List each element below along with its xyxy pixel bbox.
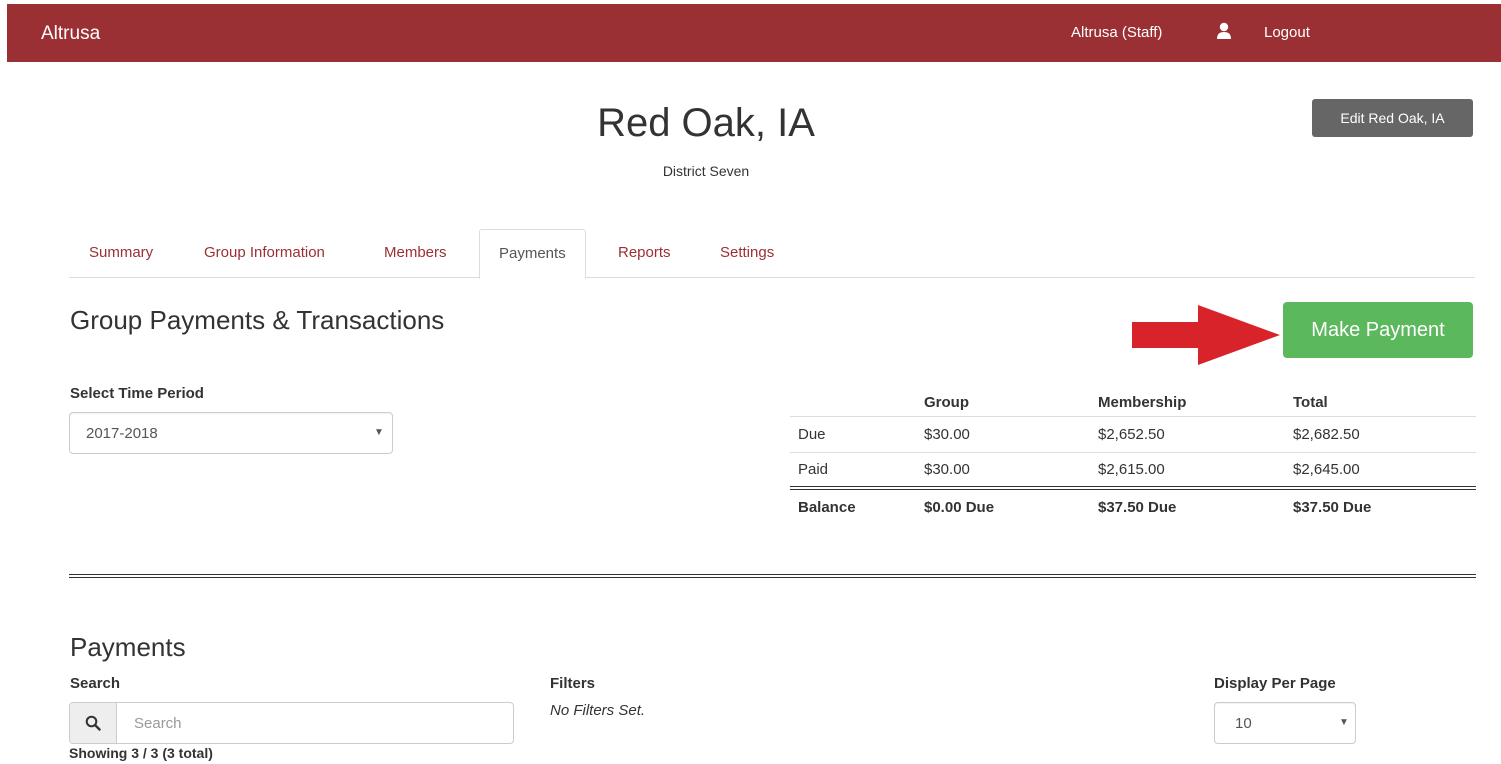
table-cell: $30.00 [924,452,1098,489]
chevron-down-icon: ▼ [1339,717,1349,728]
make-payment-button[interactable]: Make Payment [1283,302,1473,358]
per-page-select[interactable]: 10 ▼ [1214,702,1356,744]
table-header-row: Group Membership Total [790,380,1476,417]
column-header [790,380,924,417]
red-arrow-annotation [1132,305,1280,365]
column-header-group: Group [924,380,1098,417]
edit-group-button[interactable]: Edit Red Oak, IA [1312,99,1473,137]
search-addon[interactable] [70,703,117,743]
tab-members[interactable]: Members [384,229,447,278]
search-input[interactable] [118,703,512,743]
per-page-value: 10 [1235,715,1252,732]
column-header-total: Total [1293,380,1476,417]
per-page-label: Display Per Page [1214,675,1336,692]
row-label: Balance [790,486,924,524]
filters-status: No Filters Set. [550,702,646,719]
table-cell: $2,615.00 [1098,452,1293,489]
table-cell: $37.50 Due [1293,486,1476,524]
results-count: Showing 3 / 3 (3 total) [69,745,213,761]
brand-link[interactable]: Altrusa [41,23,100,45]
user-icon[interactable] [1216,22,1232,40]
table-row-paid: Paid $30.00 $2,615.00 $2,645.00 [790,452,1476,489]
tab-summary[interactable]: Summary [89,229,153,278]
chevron-down-icon: ▼ [374,427,384,438]
tab-group-information[interactable]: Group Information [204,229,325,278]
search-label: Search [70,675,121,692]
tab-settings[interactable]: Settings [720,229,774,278]
table-row-due: Due $30.00 $2,652.50 $2,682.50 [790,416,1476,453]
table-cell: $0.00 Due [924,486,1098,524]
table-cell: $30.00 [924,416,1098,453]
user-menu-link[interactable]: Altrusa (Staff) [1071,24,1162,41]
table-row-balance: Balance $0.00 Due $37.50 Due $37.50 Due [790,486,1476,524]
column-header-membership: Membership [1098,380,1293,417]
tab-reports[interactable]: Reports [618,229,671,278]
group-tabs: Summary Group Information Members Paymen… [69,229,1475,279]
table-cell: $2,645.00 [1293,452,1476,489]
payments-section-title: Payments [70,632,186,662]
row-label: Due [790,416,924,453]
section-divider [69,574,1476,578]
logout-link[interactable]: Logout [1264,24,1310,41]
search-icon [85,715,101,731]
table-cell: $37.50 Due [1098,486,1293,524]
time-period-select[interactable]: 2017-2018 ▼ [69,412,393,454]
table-cell: $2,682.50 [1293,416,1476,453]
time-period-value: 2017-2018 [86,425,158,442]
page-subtitle: District Seven [662,163,750,179]
row-label: Paid [790,452,924,489]
time-period-label: Select Time Period [70,385,204,402]
balance-summary-table: Group Membership Total Due $30.00 $2,652… [790,380,1476,524]
table-cell: $2,652.50 [1098,416,1293,453]
filters-label: Filters [550,675,596,692]
top-navbar: Altrusa Altrusa (Staff) Logout [7,4,1501,62]
tab-payments[interactable]: Payments [479,229,586,279]
transactions-section-title: Group Payments & Transactions [70,305,445,335]
page-title: Red Oak, IA [597,101,815,145]
search-group [69,702,514,744]
